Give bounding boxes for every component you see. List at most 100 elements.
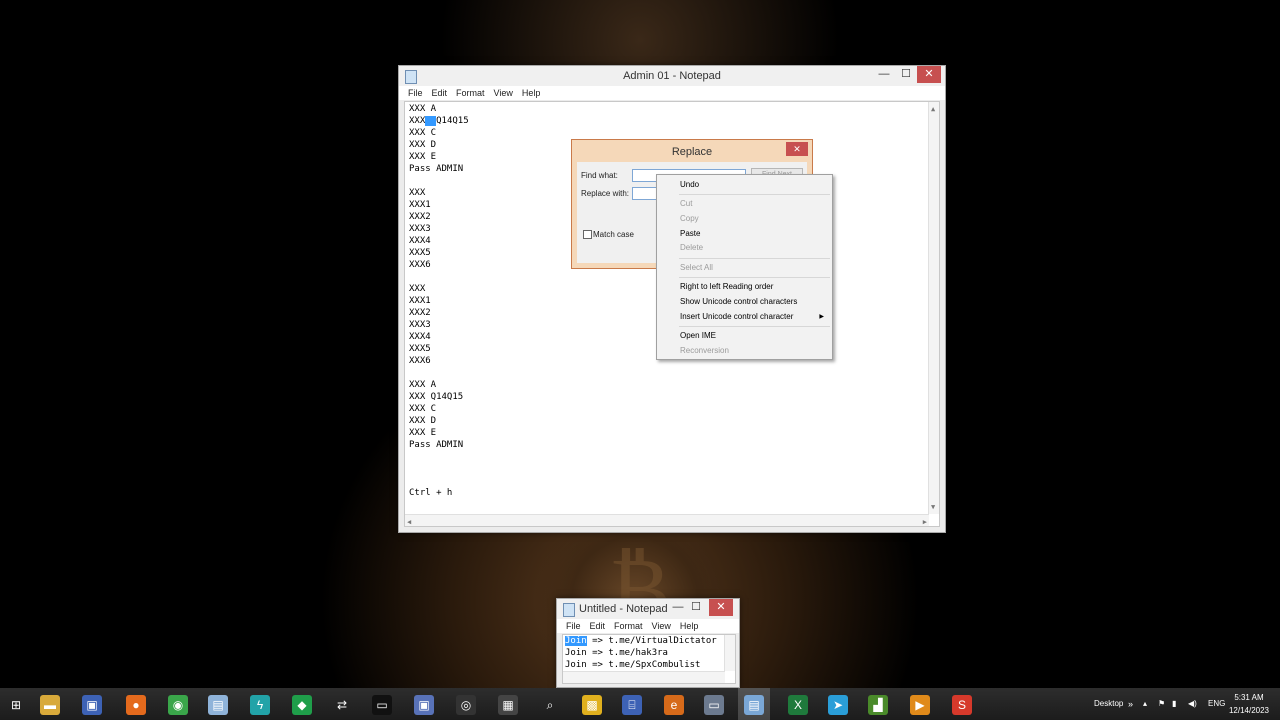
main-menu-view[interactable]: View [494, 88, 513, 98]
firefox-icon[interactable]: ● [120, 692, 152, 716]
edge-icon[interactable]: e [658, 692, 690, 716]
windows-start-icon[interactable]: ⊞ [0, 692, 32, 716]
untitled-editor-line: Join => t.me/VirtualDictator [565, 635, 717, 647]
context-menu[interactable]: Undo Cut Copy Paste Delete Select All Right to… [656, 174, 833, 360]
clock-time: 5:31 AM [1234, 693, 1264, 702]
untitled-editor-text: Join => t.me/VirtualDictator Join => t.me… [565, 635, 717, 671]
close-button[interactable]: ✕ [917, 66, 941, 83]
replace-with-label: Replace with: [581, 189, 630, 198]
system-clock[interactable]: 5:31 AM 12/14/2023 [1224, 691, 1274, 717]
media-clapper-icon[interactable]: ▦ [492, 692, 524, 716]
editor-line: XXX A [409, 380, 437, 390]
vertical-scrollbar[interactable]: ▲ ▼ [928, 102, 939, 514]
line-link: => t.me/hak3ra [586, 648, 668, 658]
context-menu-item-show-unicode-control-characters[interactable]: Show Unicode control characters [680, 297, 797, 306]
remote-icon[interactable]: ▣ [408, 692, 440, 716]
scroll-left-icon[interactable]: ◀ [407, 516, 411, 526]
untitled-close-button[interactable]: ✕ [709, 599, 733, 616]
telegram-icon-glyph: ➤ [828, 695, 848, 715]
context-menu-separator [679, 326, 830, 327]
excel-icon[interactable]: X [782, 692, 814, 716]
scroll-down-icon[interactable]: ▼ [931, 501, 935, 513]
editor-line: XXX4 [409, 236, 431, 246]
replace-dialog-title: Replace [671, 146, 713, 158]
terminal-icon[interactable]: ▭ [366, 692, 398, 716]
untitled-menu-format[interactable]: Format [614, 621, 643, 631]
main-menu-format[interactable]: Format [456, 88, 485, 98]
context-menu-item-open-ime[interactable]: Open IME [680, 331, 716, 340]
notepad-active-icon[interactable]: ▤ [738, 688, 770, 720]
computer-icon-glyph: ▭ [704, 695, 724, 715]
context-menu-item-right-to-left-reading-order[interactable]: Right to left Reading order [680, 282, 773, 291]
untitled-title-bar[interactable]: Untitled - Notepad — ☐ ✕ [557, 599, 739, 619]
diamond-app-icon[interactable]: ◆ [286, 692, 318, 716]
editor-line: XXX2 [409, 212, 431, 222]
telegram-icon[interactable]: ➤ [822, 692, 854, 716]
context-menu-item-insert-unicode-control-character[interactable]: Insert Unicode control character [680, 312, 793, 321]
editor-line: XXX5 [409, 248, 431, 258]
windows-start-icon-glyph: ⊞ [10, 698, 22, 712]
untitled-menu-file[interactable]: File [566, 621, 581, 631]
match-case-checkbox[interactable] [583, 230, 592, 239]
notepad-icon-glyph: ▤ [208, 695, 228, 715]
context-menu-item-undo[interactable]: Undo [680, 180, 699, 189]
diamond-app-icon-glyph: ◆ [292, 695, 312, 715]
language-indicator[interactable]: ENG [1208, 688, 1225, 720]
scroll-up-icon[interactable]: ▲ [931, 103, 935, 115]
network-computers-icon[interactable]: ⌸ [616, 692, 648, 716]
maximize-button[interactable]: ☐ [895, 66, 917, 83]
editor-line: XXX [409, 188, 426, 198]
tray-volume-icon[interactable]: ◀) [1188, 688, 1197, 720]
main-menu-edit[interactable]: Edit [432, 88, 448, 98]
title-bar[interactable]: Admin 01 - Notepad — ☐ ✕ [399, 66, 945, 86]
computer-icon[interactable]: ▭ [698, 692, 730, 716]
clock-date: 12/14/2023 [1228, 706, 1270, 715]
untitled-menu-view[interactable]: View [652, 621, 671, 631]
main-menu-help[interactable]: Help [522, 88, 541, 98]
line-link: => t.me/SpxCombulist [586, 660, 701, 670]
scroll-right-icon[interactable]: ▶ [923, 516, 927, 526]
horizontal-scrollbar[interactable]: ◀ ▶ [405, 514, 929, 526]
editor-line: XXX2 [409, 308, 431, 318]
untitled-horizontal-scrollbar[interactable] [563, 671, 725, 683]
tray-network-icon[interactable]: ▮ [1172, 688, 1176, 720]
untitled-vertical-scrollbar[interactable] [724, 635, 735, 671]
untitled-menu-edit[interactable]: Edit [590, 621, 606, 631]
editor-line: XXX3 [409, 224, 431, 234]
toolbar-expand-icon[interactable]: » [1128, 688, 1133, 720]
nox-icon[interactable]: ◎ [450, 692, 482, 716]
media-player-icon-glyph: ▶ [910, 695, 930, 715]
editor-line: XXX6 [409, 356, 431, 366]
notepad-icon[interactable]: ▤ [202, 692, 234, 716]
editor-line: XXX5 [409, 344, 431, 354]
untitled-maximize-button[interactable]: ☐ [685, 599, 707, 616]
untitled-text-area[interactable]: Join => t.me/VirtualDictator Join => t.me… [562, 634, 736, 684]
file-explorer-icon[interactable]: ▬ [34, 692, 66, 716]
notepad-window-untitled[interactable]: Untitled - Notepad — ☐ ✕ File Edit Format V… [556, 598, 740, 688]
context-menu-separator [679, 194, 830, 195]
tray-up-arrow-icon[interactable]: ▴ [1143, 688, 1147, 720]
search-magnifier-icon[interactable]: ⌕ [534, 692, 566, 716]
calculator-icon[interactable]: ▩ [576, 692, 608, 716]
line-prefix: Join [565, 660, 587, 670]
replace-dialog-close-button[interactable]: ✕ [786, 142, 808, 156]
tray-flag-icon[interactable]: ⚑ [1158, 688, 1165, 720]
minimize-button[interactable]: — [873, 66, 895, 83]
desktop-toolbar-label[interactable]: Desktop [1094, 688, 1123, 720]
main-menu-file[interactable]: File [408, 88, 423, 98]
transfer-icon[interactable]: ⇄ [326, 692, 358, 716]
context-menu-separator [679, 277, 830, 278]
untitled-menu-help[interactable]: Help [680, 621, 699, 631]
chart-app-icon[interactable]: ▟ [862, 692, 894, 716]
lightning-app-icon[interactable]: ϟ [244, 692, 276, 716]
s-app-icon[interactable]: S [946, 692, 978, 716]
media-player-icon[interactable]: ▶ [904, 692, 936, 716]
context-menu-item-copy: Copy [680, 214, 699, 223]
chrome-icon[interactable]: ◉ [162, 692, 194, 716]
network-tool-icon[interactable]: ▣ [76, 692, 108, 716]
context-menu-item-paste[interactable]: Paste [680, 229, 700, 238]
